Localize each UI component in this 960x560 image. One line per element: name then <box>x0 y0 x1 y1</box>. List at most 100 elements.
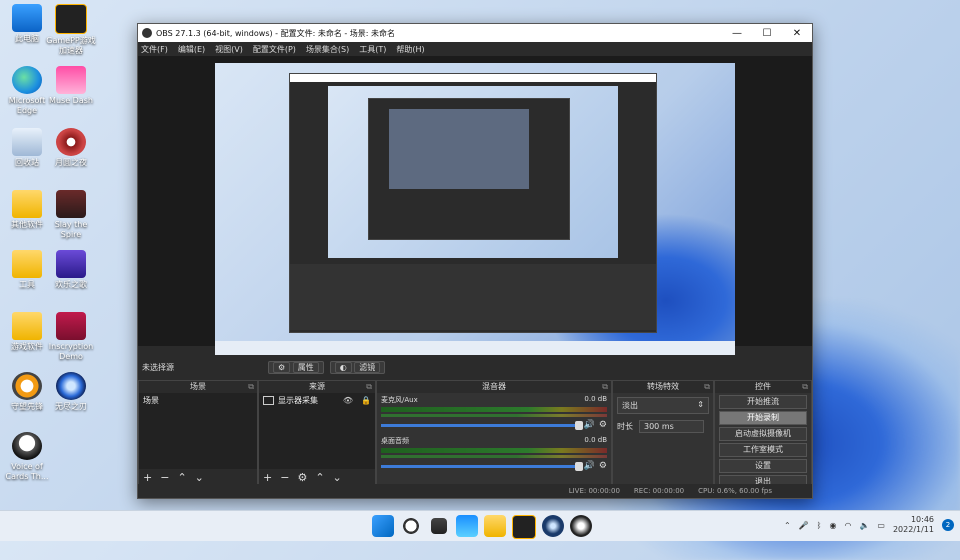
widgets-icon[interactable] <box>456 515 478 537</box>
studio-mode-button[interactable]: 工作室模式 <box>719 443 807 457</box>
minimize-button[interactable]: — <box>722 28 752 39</box>
controls-dock: 控件 ⧉ 开始推流 开始录制 启动虚拟摄像机 工作室模式 设置 退出 <box>714 380 812 489</box>
volume-slider[interactable] <box>381 420 583 430</box>
float-icon[interactable]: ⧉ <box>366 381 372 393</box>
system-tray: ⌃ 🎤 ᛒ ◉ ◠ 🔈 ▭ 10:46 2022/1/11 2 <box>784 515 954 535</box>
duration-input[interactable]: 300 ms <box>639 420 704 433</box>
menu-scene-collection[interactable]: 场景集合(S) <box>306 44 349 55</box>
battery-icon[interactable]: ▭ <box>877 521 885 530</box>
start-recording-button[interactable]: 开始录制 <box>719 411 807 425</box>
source-item[interactable]: 显示器采集 👁 🔒 <box>259 393 375 408</box>
search-icon[interactable] <box>400 515 422 537</box>
task-view-icon[interactable] <box>431 518 447 534</box>
start-icon[interactable] <box>372 515 394 537</box>
move-up-icon[interactable]: ⌃ <box>177 471 186 484</box>
menu-profile[interactable]: 配置文件(P) <box>253 44 296 55</box>
volume-slider-handle[interactable] <box>574 420 583 430</box>
track-name: 麦克风/Aux <box>381 396 418 404</box>
track-db: 0.0 dB <box>584 395 607 403</box>
speaker-icon[interactable]: 🔊 <box>584 461 595 471</box>
microphone-icon[interactable]: 🎤 <box>799 521 809 530</box>
add-icon[interactable]: + <box>263 471 272 484</box>
weibo-icon[interactable]: ◉ <box>829 521 836 530</box>
move-down-icon[interactable]: ⌄ <box>333 471 342 484</box>
desktop-icon-song[interactable]: 欢乐之歌 <box>44 250 98 290</box>
filters-button[interactable]: ◐ 滤镜 <box>329 360 386 374</box>
remove-icon[interactable]: − <box>280 471 289 484</box>
clock[interactable]: 10:46 2022/1/11 <box>893 515 934 535</box>
float-icon[interactable]: ⧉ <box>248 381 254 393</box>
menu-view[interactable]: 视图(V) <box>215 44 243 55</box>
menu-file[interactable]: 文件(F) <box>141 44 168 55</box>
title-bar[interactable]: OBS 27.1.3 (64-bit, windows) - 配置文件: 未命名… <box>138 24 812 42</box>
source-toolbar: + − ⚙ ⌃ ⌄ <box>259 469 375 485</box>
desktop-icon-moon-night[interactable]: 月圆之夜 <box>44 128 98 168</box>
start-streaming-button[interactable]: 开始推流 <box>719 395 807 409</box>
volume-meter <box>381 407 607 412</box>
eye-icon[interactable]: 👁 <box>343 396 353 405</box>
volume-icon[interactable]: 🔈 <box>859 521 869 530</box>
desktop-icon-voice-of-cards[interactable]: Voice of Cards Th... <box>0 432 54 482</box>
close-button[interactable]: ✕ <box>782 28 812 39</box>
desktop-icon-slay-the-spire[interactable]: Slay the Spire <box>44 190 98 240</box>
lock-icon[interactable]: 🔒 <box>361 396 371 405</box>
desktop-icon-inscryption[interactable]: Inscryption Demo <box>44 312 98 362</box>
nested-obs-window <box>289 73 657 333</box>
mixer-track: 桌面音频 0.0 dB 🔊 ⚙ <box>381 436 607 471</box>
remove-icon[interactable]: − <box>160 471 169 484</box>
scene-toolbar: + − ⌃ ⌄ <box>139 469 257 485</box>
gamepp-icon[interactable] <box>512 515 536 539</box>
float-icon[interactable]: ⧉ <box>704 381 710 393</box>
desktop-icon-gamepp[interactable]: GamePP游戏加速器 <box>44 4 98 56</box>
wifi-icon[interactable]: ◠ <box>844 521 851 530</box>
source-toolbar: 未选择源 ⚙ 属性 ◐ 滤镜 <box>138 359 812 375</box>
status-bar: LIVE: 00:00:00 REC: 00:00:00 CPU: 0.6%, … <box>138 484 812 498</box>
window-title: OBS 27.1.3 (64-bit, windows) - 配置文件: 未命名… <box>156 28 396 38</box>
add-icon[interactable]: + <box>143 471 152 484</box>
volume-slider-handle[interactable] <box>574 461 583 471</box>
volume-slider[interactable] <box>381 461 583 471</box>
mixer-tracks: 麦克风/Aux 0.0 dB 🔊 ⚙ 桌面音频 0.0 dB 🔊 ⚙ <box>377 393 611 479</box>
preview-area[interactable] <box>138 56 812 355</box>
menu-tools[interactable]: 工具(T) <box>359 44 386 55</box>
transition-settings: 淡出 ⇕ 时长 300 ms <box>613 393 713 437</box>
taskbar-apps <box>372 515 592 539</box>
move-up-icon[interactable]: ⌃ <box>315 471 324 484</box>
gl-app-icon <box>56 250 86 278</box>
float-icon[interactable]: ⧉ <box>802 381 808 393</box>
properties-button[interactable]: ⚙ 属性 <box>268 360 324 374</box>
obs-icon[interactable] <box>570 515 592 537</box>
move-down-icon[interactable]: ⌄ <box>195 471 204 484</box>
maximize-button[interactable]: ☐ <box>752 28 782 39</box>
endless-blade-icon <box>56 372 86 400</box>
settings-button[interactable]: 设置 <box>719 459 807 473</box>
nested-title-bar <box>290 74 656 82</box>
file-explorer-icon[interactable] <box>484 515 506 537</box>
desktop-icon-endless-blade[interactable]: 无尽之刃 <box>44 372 98 412</box>
gear-icon[interactable]: ⚙ <box>297 471 307 484</box>
volume-meter-ticks <box>381 414 607 417</box>
bluetooth-icon[interactable]: ᛒ <box>817 521 822 530</box>
taskbar: ⌃ 🎤 ᛒ ◉ ◠ 🔈 ▭ 10:46 2022/1/11 2 <box>0 510 960 541</box>
clock-time: 10:46 <box>910 515 934 524</box>
scene-item[interactable]: 场景 <box>139 393 257 408</box>
gear-icon[interactable]: ⚙ <box>599 461 607 471</box>
gear-icon[interactable]: ⚙ <box>599 420 607 430</box>
start-virtual-camera-button[interactable]: 启动虚拟摄像机 <box>719 427 807 441</box>
transition-select[interactable]: 淡出 ⇕ <box>617 397 709 414</box>
no-source-label: 未选择源 <box>142 362 174 372</box>
overwatch-icon <box>12 372 42 400</box>
rec-status: REC: 00:00:00 <box>633 487 685 495</box>
nested-docks <box>290 264 656 330</box>
mixer-track: 麦克风/Aux 0.0 dB 🔊 ⚙ <box>381 395 607 430</box>
menu-help[interactable]: 帮助(H) <box>396 44 424 55</box>
float-icon[interactable]: ⧉ <box>602 381 608 393</box>
menu-edit[interactable]: 编辑(E) <box>178 44 205 55</box>
obs-logo-icon <box>142 28 152 38</box>
notification-badge[interactable]: 2 <box>942 519 954 531</box>
desktop-icon-muse-dash[interactable]: Muse Dash <box>44 66 98 106</box>
scene-list: 场景 <box>139 393 257 469</box>
chevron-up-icon[interactable]: ⌃ <box>784 521 791 530</box>
steam-icon[interactable] <box>542 515 564 537</box>
speaker-icon[interactable]: 🔊 <box>584 420 595 430</box>
